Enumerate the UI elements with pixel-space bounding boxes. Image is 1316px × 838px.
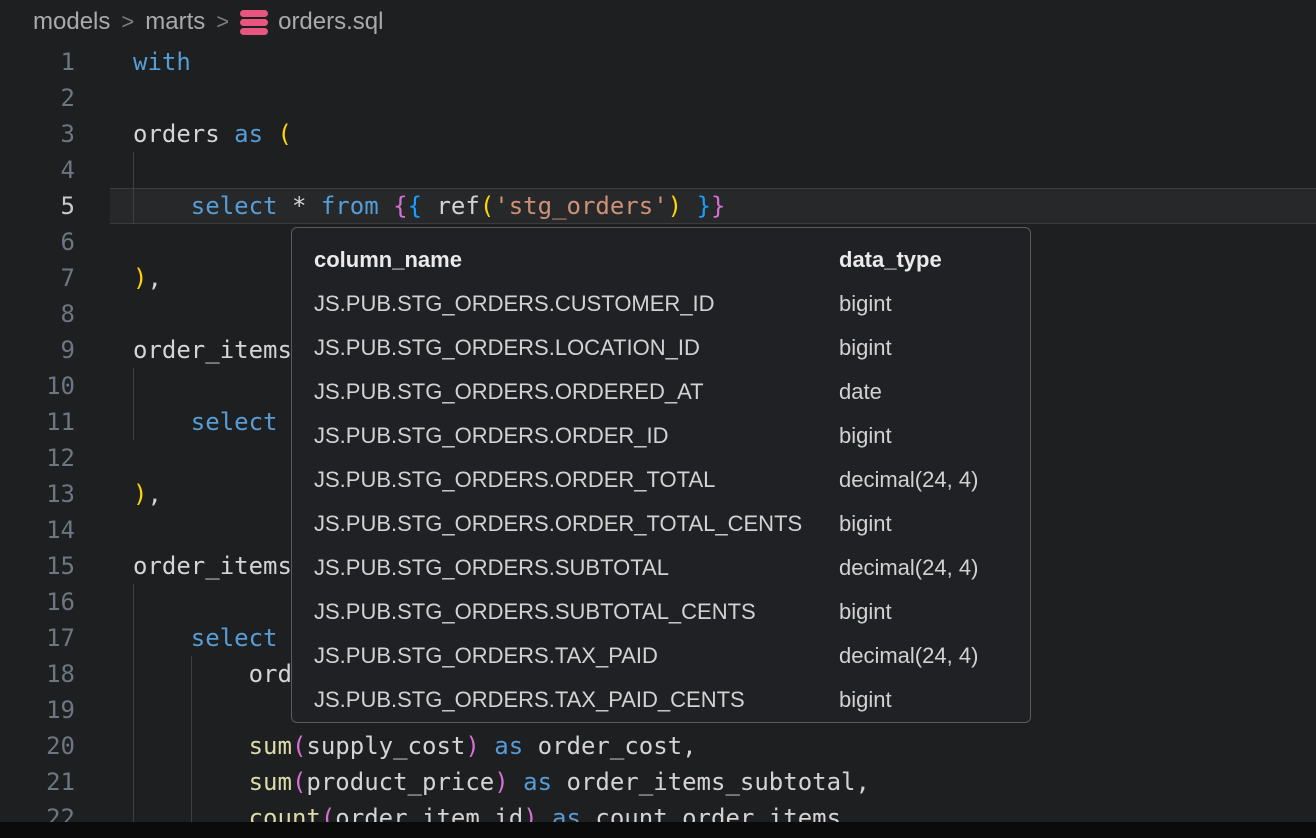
popup-column-name: JS.PUB.STG_ORDERS.CUSTOMER_ID [314, 282, 715, 326]
code-line[interactable]: 3 orders as ( [0, 116, 1316, 152]
popup-data-type: bigint [839, 414, 892, 458]
popup-row[interactable]: JS.PUB.STG_ORDERS.SUBTOTAL_CENTS bigint [292, 590, 1030, 634]
database-icon [240, 10, 268, 35]
code-line[interactable]: 5 select * from {{ ref('stg_orders') }} [0, 188, 1316, 224]
popup-row[interactable]: JS.PUB.STG_ORDERS.TAX_PAID decimal(24, 4) [292, 634, 1030, 678]
indent-guide [191, 692, 192, 728]
popup-data-type: decimal(24, 4) [839, 546, 978, 590]
popup-column-name: JS.PUB.STG_ORDERS.SUBTOTAL [314, 546, 669, 590]
popup-row[interactable]: JS.PUB.STG_ORDERS.ORDER_TOTAL_CENTS bigin… [292, 502, 1030, 546]
line-number: 3 [0, 116, 75, 152]
code-line-text[interactable]: select * from {{ ref('stg_orders') }} [133, 188, 725, 224]
code-line[interactable]: 20 sum(supply_cost) as order_cost, [0, 728, 1316, 764]
line-number: 15 [0, 548, 75, 584]
indent-guide [133, 152, 134, 188]
line-number: 20 [0, 728, 75, 764]
popup-header-data-type: data_type [839, 238, 942, 282]
line-number: 11 [0, 404, 75, 440]
popup-row[interactable]: JS.PUB.STG_ORDERS.CUSTOMER_ID bigint [292, 282, 1030, 326]
popup-row[interactable]: JS.PUB.STG_ORDERS.SUBTOTAL decimal(24, 4) [292, 546, 1030, 590]
line-number: 6 [0, 224, 75, 260]
popup-column-name: JS.PUB.STG_ORDERS.ORDER_TOTAL_CENTS [314, 502, 802, 546]
popup-data-type: decimal(24, 4) [839, 458, 978, 502]
line-number: 7 [0, 260, 75, 296]
indent-guide [133, 692, 134, 728]
breadcrumb-item-file[interactable]: orders.sql [278, 8, 383, 36]
code-line-text[interactable]: select [133, 620, 278, 656]
line-number: 12 [0, 440, 75, 476]
code-line-text[interactable]: sum(product_price) as order_items_subtot… [133, 764, 870, 800]
code-line[interactable]: 4 [0, 152, 1316, 188]
bottom-panel-edge [0, 822, 1316, 838]
popup-data-type: bigint [839, 502, 892, 546]
line-number: 16 [0, 584, 75, 620]
line-number: 19 [0, 692, 75, 728]
line-number: 21 [0, 764, 75, 800]
popup-row[interactable]: JS.PUB.STG_ORDERS.LOCATION_ID bigint [292, 326, 1030, 370]
popup-column-name: JS.PUB.STG_ORDERS.ORDER_TOTAL [314, 458, 715, 502]
line-number: 9 [0, 332, 75, 368]
popup-data-type: bigint [839, 282, 892, 326]
code-line-text[interactable]: orders as ( [133, 116, 292, 152]
code-line[interactable]: 21 sum(product_price) as order_items_sub… [0, 764, 1316, 800]
popup-data-type: bigint [839, 678, 892, 722]
popup-column-name: JS.PUB.STG_ORDERS.TAX_PAID [314, 634, 658, 678]
code-line-text[interactable]: order_items [133, 332, 292, 368]
code-line-text[interactable]: with [133, 44, 191, 80]
code-line-text[interactable]: sum(supply_cost) as order_cost, [133, 728, 697, 764]
popup-column-name: JS.PUB.STG_ORDERS.SUBTOTAL_CENTS [314, 590, 756, 634]
popup-column-name: JS.PUB.STG_ORDERS.ORDER_ID [314, 414, 669, 458]
chevron-right-icon: > [121, 9, 134, 35]
indent-guide [133, 584, 134, 620]
chevron-right-icon: > [216, 9, 229, 35]
popup-data-type: date [839, 370, 882, 414]
code-line-text[interactable]: ), [133, 260, 162, 296]
code-line-text[interactable]: ), [133, 476, 162, 512]
popup-row[interactable]: JS.PUB.STG_ORDERS.ORDER_ID bigint [292, 414, 1030, 458]
line-number: 2 [0, 80, 75, 116]
popup-data-type: decimal(24, 4) [839, 634, 978, 678]
popup-data-type: bigint [839, 326, 892, 370]
indent-guide [133, 368, 134, 404]
line-number: 18 [0, 656, 75, 692]
code-line[interactable]: 1 with [0, 44, 1316, 80]
line-number: 10 [0, 368, 75, 404]
breadcrumb-item-models[interactable]: models [33, 8, 110, 36]
code-line-text[interactable]: select [133, 404, 278, 440]
popup-row[interactable]: JS.PUB.STG_ORDERS.ORDER_TOTAL decimal(24,… [292, 458, 1030, 502]
line-number: 14 [0, 512, 75, 548]
popup-column-name: JS.PUB.STG_ORDERS.LOCATION_ID [314, 326, 700, 370]
line-number: 5 [0, 188, 75, 224]
popup-column-name: JS.PUB.STG_ORDERS.ORDERED_AT [314, 370, 704, 414]
line-number: 1 [0, 44, 75, 80]
line-number: 4 [0, 152, 75, 188]
popup-header-row: column_name data_type [292, 238, 1030, 282]
code-line-text[interactable]: ord [133, 656, 292, 692]
breadcrumb: models > marts > orders.sql [0, 0, 1316, 44]
popup-row[interactable]: JS.PUB.STG_ORDERS.ORDERED_AT date [292, 370, 1030, 414]
popup-header-column-name: column_name [314, 238, 462, 282]
line-number: 8 [0, 296, 75, 332]
popup-data-type: bigint [839, 590, 892, 634]
code-line-text[interactable]: order_items [133, 548, 292, 584]
popup-column-name: JS.PUB.STG_ORDERS.TAX_PAID_CENTS [314, 678, 745, 722]
line-number: 17 [0, 620, 75, 656]
code-line[interactable]: 2 [0, 80, 1316, 116]
popup-row[interactable]: JS.PUB.STG_ORDERS.TAX_PAID_CENTS bigint [292, 678, 1030, 722]
line-number: 13 [0, 476, 75, 512]
column-hint-popup: column_name data_type JS.PUB.STG_ORDERS.… [291, 227, 1031, 723]
breadcrumb-item-marts[interactable]: marts [145, 8, 205, 36]
